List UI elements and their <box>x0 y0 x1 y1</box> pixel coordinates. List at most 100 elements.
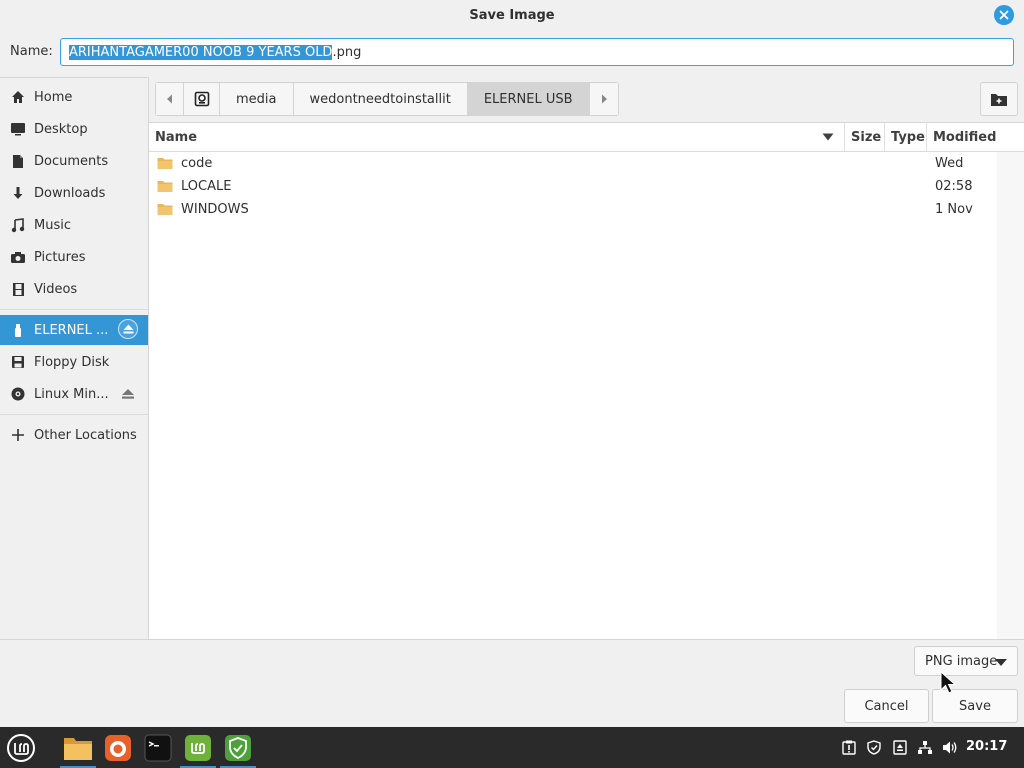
sidebar-item-label: Other Locations <box>34 427 137 443</box>
column-header-size[interactable]: Size <box>845 123 885 151</box>
taskbar-update-manager-button[interactable] <box>220 731 256 768</box>
path-bar: media wedontneedtoinstallit ELERNEL USB <box>155 82 619 116</box>
window-title: Save Image <box>469 7 555 23</box>
taskbar-terminal-button[interactable] <box>140 731 176 764</box>
file-name: WINDOWS <box>181 202 249 217</box>
file-row[interactable]: WINDOWS 1 Nov <box>149 198 997 221</box>
sidebar-divider <box>0 309 148 310</box>
sidebar-item-linux-mint[interactable]: Linux Min... <box>0 379 148 409</box>
drive-mount-icon[interactable] <box>892 739 908 755</box>
new-folder-icon <box>991 93 1007 106</box>
column-header-type[interactable]: Type <box>885 123 927 151</box>
sidebar-item-desktop[interactable]: Desktop <box>0 114 148 144</box>
folder-icon <box>157 181 173 192</box>
column-header-label: Size <box>851 129 882 145</box>
places-sidebar: Home Desktop Documents Downloads Music P… <box>0 77 149 639</box>
sidebar-item-label: Pictures <box>34 249 86 265</box>
sidebar-item-label: Music <box>34 217 71 233</box>
sidebar-item-other-locations[interactable]: Other Locations <box>0 420 148 450</box>
scrollbar[interactable] <box>997 152 1024 640</box>
folder-icon <box>64 737 92 760</box>
path-root-drive-button[interactable] <box>184 83 220 115</box>
path-segment-wedontneedtoinstallit[interactable]: wedontneedtoinstallit <box>293 83 468 115</box>
column-header-modified[interactable]: Modified <box>927 123 997 151</box>
chevron-left-icon <box>166 94 172 104</box>
downloads-icon <box>10 185 26 201</box>
sidebar-item-music[interactable]: Music <box>0 210 148 240</box>
pictures-icon <box>10 249 26 265</box>
eject-icon[interactable] <box>118 384 138 404</box>
path-scroll-left-button[interactable] <box>156 83 184 115</box>
sidebar-item-elernel-usb[interactable]: ELERNEL ... <box>0 315 148 345</box>
sidebar-item-label: Desktop <box>34 121 88 137</box>
title-bar: Save Image <box>0 0 1024 30</box>
sidebar-item-videos[interactable]: Videos <box>0 274 148 304</box>
name-label: Name: <box>10 44 53 59</box>
close-icon <box>999 10 1009 20</box>
filename-extension: .png <box>332 44 362 60</box>
file-modified: 1 Nov <box>935 202 973 217</box>
mint-menu-icon <box>7 733 35 762</box>
clock[interactable]: 20:17 <box>966 739 1007 754</box>
column-header-name[interactable]: Name <box>149 123 845 151</box>
file-row[interactable]: code Wed <box>149 152 997 175</box>
terminal-icon <box>144 734 172 761</box>
home-icon <box>10 89 26 105</box>
file-modified: Wed <box>935 156 964 171</box>
videos-icon <box>10 281 26 297</box>
notifications-icon[interactable] <box>841 739 857 755</box>
create-folder-button[interactable] <box>980 82 1018 116</box>
sidebar-item-label: Floppy Disk <box>34 354 110 370</box>
drive-icon <box>194 91 209 107</box>
sidebar-item-documents[interactable]: Documents <box>0 146 148 176</box>
file-name: LOCALE <box>181 179 232 194</box>
mouse-pointer-icon <box>940 671 957 694</box>
column-header-label: Modified <box>933 129 997 145</box>
taskbar-mintinstall-button[interactable] <box>180 731 216 768</box>
save-image-dialog: Save Image Name: ARIHANTAGAMER00 NOOB 9 … <box>0 0 1024 727</box>
update-shield-icon[interactable] <box>866 739 882 755</box>
sort-descending-icon <box>822 133 834 141</box>
column-header-row: Name Size Type Modified <box>149 123 1024 152</box>
name-row: Name: ARIHANTAGAMER00 NOOB 9 YEARS OLD .p… <box>0 36 1024 68</box>
file-modified: 02:58 <box>935 179 973 194</box>
mint-software-icon <box>185 734 211 761</box>
taskbar-files-button[interactable] <box>60 731 96 768</box>
path-segment-media[interactable]: media <box>220 83 294 115</box>
file-row[interactable]: LOCALE 02:58 <box>149 175 997 198</box>
file-type-filter-dropdown[interactable]: PNG image <box>914 646 1018 676</box>
firefox-icon <box>105 734 131 761</box>
chevron-right-icon <box>601 94 607 104</box>
close-button[interactable] <box>994 5 1014 25</box>
sidebar-item-label: Videos <box>34 281 78 297</box>
sidebar-item-downloads[interactable]: Downloads <box>0 178 148 208</box>
network-icon[interactable] <box>917 739 933 755</box>
volume-icon[interactable] <box>942 739 958 755</box>
sidebar-item-floppy-disk[interactable]: Floppy Disk <box>0 347 148 377</box>
sidebar-divider <box>0 414 148 415</box>
taskbar-firefox-button[interactable] <box>100 731 136 764</box>
filename-selected-text: ARIHANTAGAMER00 NOOB 9 YEARS OLD <box>69 44 333 60</box>
file-list: Name Size Type Modified code Wed LOCALE … <box>149 122 1024 640</box>
eject-icon[interactable] <box>118 319 138 339</box>
sidebar-item-label: ELERNEL ... <box>34 322 109 338</box>
chevron-down-icon <box>995 659 1007 666</box>
cancel-button[interactable]: Cancel <box>844 689 929 723</box>
desktop-icon <box>10 121 26 137</box>
music-icon <box>10 217 26 233</box>
disc-icon <box>10 386 26 402</box>
taskbar: 20:17 <box>0 727 1024 768</box>
documents-icon <box>10 153 26 169</box>
sidebar-item-home[interactable]: Home <box>0 82 148 112</box>
start-menu-button[interactable] <box>2 731 40 764</box>
sidebar-item-label: Documents <box>34 153 109 169</box>
path-segment-elernel-usb[interactable]: ELERNEL USB <box>467 83 590 115</box>
usb-icon <box>10 322 26 338</box>
path-scroll-right-button[interactable] <box>589 83 618 115</box>
floppy-icon <box>10 354 26 370</box>
shield-icon <box>225 734 251 761</box>
column-header-label: Name <box>155 129 198 145</box>
sidebar-item-pictures[interactable]: Pictures <box>0 242 148 272</box>
plus-icon <box>10 427 26 443</box>
filename-input[interactable]: ARIHANTAGAMER00 NOOB 9 YEARS OLD .png <box>60 38 1014 66</box>
